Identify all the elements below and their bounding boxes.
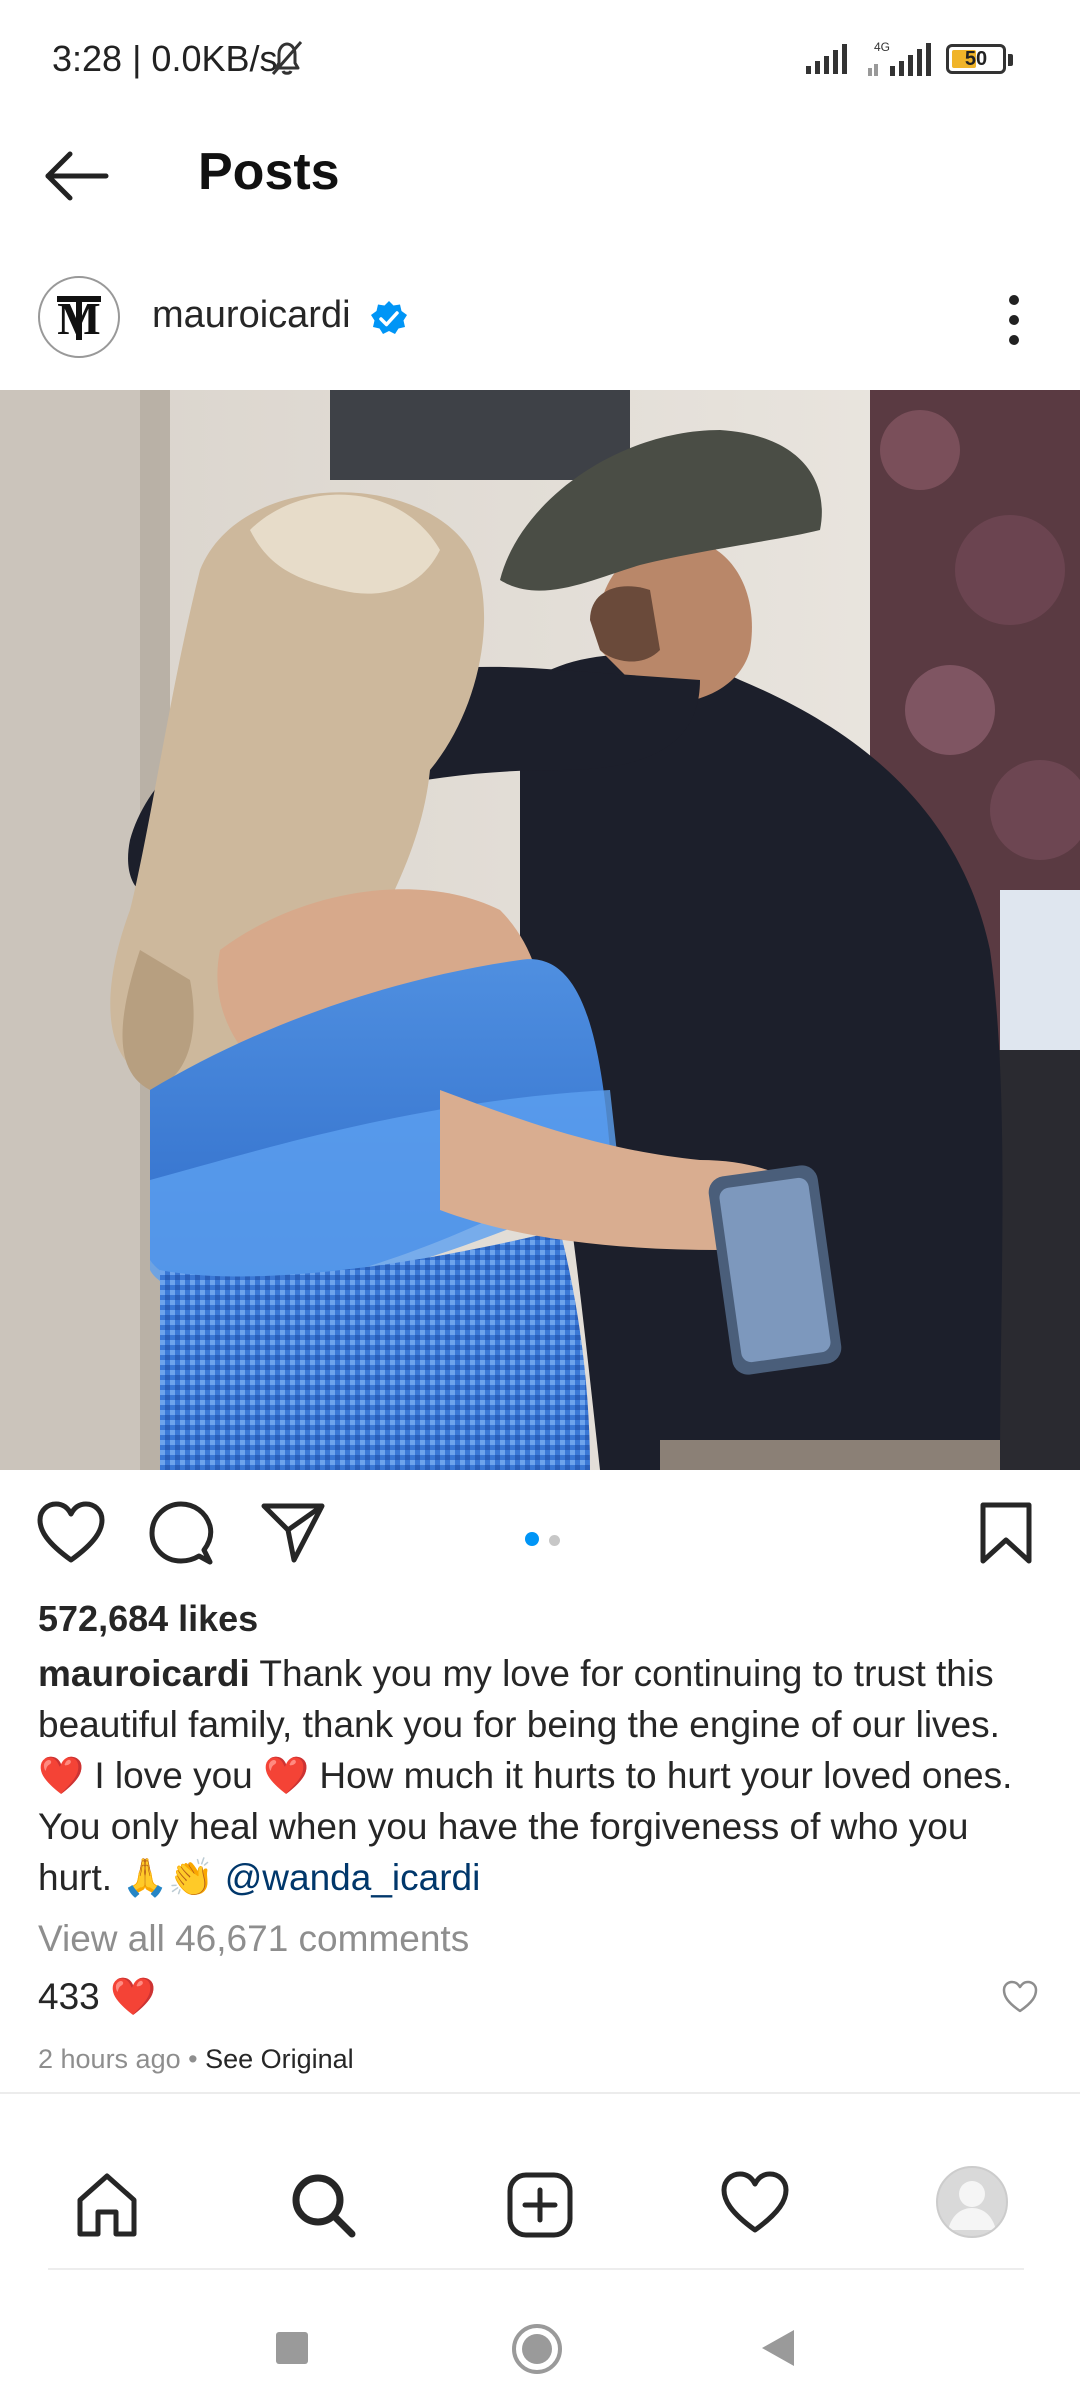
verified-badge-icon xyxy=(370,300,408,343)
user-avatar[interactable]: M xyxy=(38,276,120,358)
nav-separator xyxy=(48,2268,1024,2270)
signal-icon xyxy=(804,42,854,79)
home-icon[interactable] xyxy=(72,2170,142,2245)
share-icon[interactable] xyxy=(260,1500,326,1571)
home-circle-icon[interactable] xyxy=(510,2322,564,2381)
battery-icon: 50 xyxy=(946,44,1006,74)
bell-muted-icon xyxy=(268,38,306,83)
default-user-icon xyxy=(948,2181,996,2230)
status-bar: 3:28 | 0.0KB/s 4G 50 xyxy=(0,0,1080,120)
bottom-tab-bar xyxy=(0,2150,1080,2260)
see-original-link[interactable]: See Original xyxy=(205,2044,354,2074)
search-icon[interactable] xyxy=(288,2170,358,2245)
view-all-comments-link[interactable]: View all 46,671 comments xyxy=(38,1918,469,1960)
system-navigation-bar xyxy=(0,2290,1080,2400)
carousel-indicator xyxy=(520,1532,565,1551)
post-header: M mauroicardi xyxy=(0,260,1080,390)
profile-avatar[interactable] xyxy=(936,2166,1008,2238)
comment-icon[interactable] xyxy=(148,1500,214,1571)
top-header: Posts xyxy=(0,120,1080,230)
carousel-dot xyxy=(525,1532,539,1546)
post-username[interactable]: mauroicardi xyxy=(152,294,351,337)
battery-percent: 50 xyxy=(964,48,988,70)
likes-count[interactable]: 572,684 likes xyxy=(38,1598,258,1640)
back-triangle-icon[interactable] xyxy=(758,2326,798,2375)
recents-square-icon[interactable] xyxy=(274,2330,310,2371)
arrow-left-icon[interactable] xyxy=(40,148,112,209)
comment-like-heart-icon[interactable] xyxy=(1002,1980,1038,2019)
post-timestamp-row: 2 hours ago • See Original xyxy=(38,2044,354,2075)
time-ago: 2 hours ago xyxy=(38,2044,181,2074)
heart-icon[interactable] xyxy=(36,1500,106,1571)
post-actions xyxy=(0,1470,1080,1590)
couple-photo-illustration xyxy=(0,390,1080,1470)
post-photo[interactable] xyxy=(0,390,1080,1470)
page-title: Posts xyxy=(198,143,340,201)
top-comment: 433 ❤️ xyxy=(38,1976,157,2017)
status-time: 3:28 | 0.0KB/s xyxy=(52,38,278,79)
divider xyxy=(0,2092,1080,2094)
caption-mention-link[interactable]: @wanda_icardi xyxy=(225,1857,481,1898)
dot-separator: • xyxy=(188,2044,198,2074)
monogram-logo: M xyxy=(42,280,116,354)
post-caption: mauroicardi Thank you my love for contin… xyxy=(38,1648,1048,1903)
carousel-dot xyxy=(549,1535,560,1546)
network-type-label: 4G xyxy=(874,40,890,54)
caption-username[interactable]: mauroicardi xyxy=(38,1653,250,1694)
bookmark-icon[interactable] xyxy=(978,1500,1034,1571)
battery-tip xyxy=(1008,54,1013,66)
activity-heart-icon[interactable] xyxy=(720,2170,790,2241)
more-options-icon[interactable] xyxy=(996,290,1032,355)
signal-4g-icon: 4G xyxy=(866,40,936,83)
add-post-icon[interactable] xyxy=(505,2170,575,2245)
